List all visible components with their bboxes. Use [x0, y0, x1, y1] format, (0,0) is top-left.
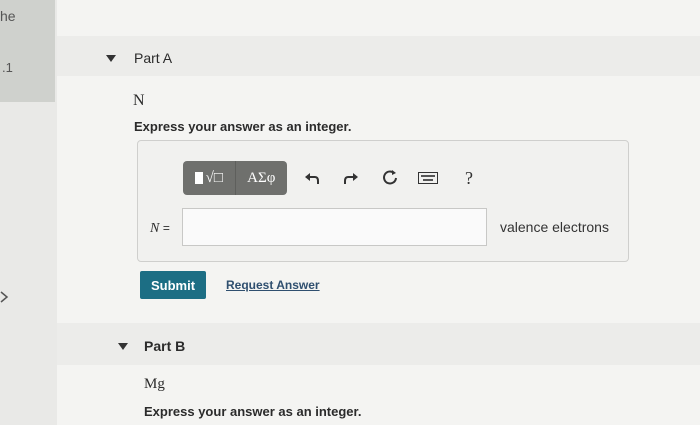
template-box-icon — [194, 172, 203, 184]
equation-sign: = — [162, 221, 170, 235]
equation-variable: N — [150, 221, 160, 236]
question-instruction-b: Express your answer as an integer. — [144, 404, 362, 419]
answer-input[interactable] — [182, 208, 487, 246]
equation-label: N = — [150, 221, 170, 237]
redo-icon[interactable] — [341, 168, 361, 188]
greek-label: ΑΣφ — [247, 169, 276, 186]
reset-icon[interactable] — [380, 168, 400, 188]
side-arrow-icon — [0, 291, 9, 303]
greek-symbols-button[interactable]: ΑΣφ — [236, 161, 288, 195]
undo-icon[interactable] — [302, 168, 322, 188]
templates-button[interactable]: √□ — [183, 161, 236, 195]
question-variable-b: Mg — [144, 376, 165, 392]
nav-text-mid: .1 — [2, 60, 13, 75]
templates-label: √□ — [205, 169, 223, 186]
help-icon[interactable]: ? — [459, 168, 479, 188]
question-variable: N — [133, 92, 145, 109]
math-toolbar-group: √□ ΑΣφ — [183, 161, 287, 195]
request-answer-link[interactable]: Request Answer — [226, 278, 320, 292]
units-label: valence electrons — [500, 219, 609, 235]
question-instruction: Express your answer as an integer. — [134, 119, 352, 134]
submit-button[interactable]: Submit — [140, 271, 206, 299]
collapse-triangle-icon[interactable] — [106, 55, 116, 62]
nav-text-top: he — [0, 8, 16, 24]
part-a-title: Part A — [134, 50, 173, 66]
part-b-title: Part B — [144, 338, 186, 354]
left-nav-strip: he .1 — [0, 0, 55, 102]
collapse-triangle-icon[interactable] — [118, 343, 128, 350]
keyboard-icon[interactable] — [418, 168, 438, 188]
